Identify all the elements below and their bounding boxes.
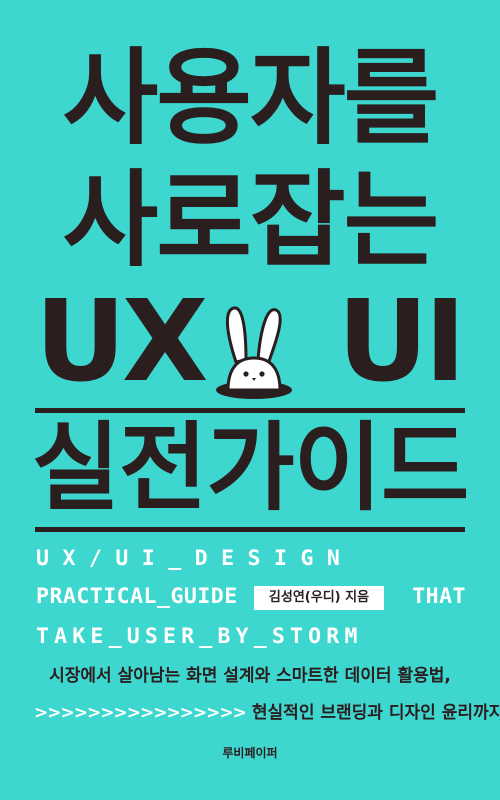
title-ux-ui-row: UX UI: [0, 282, 500, 402]
title-line-4: 실전가이드: [31, 412, 470, 524]
english-title-line-2-right: THAT: [412, 584, 466, 609]
chevron-arrows-icon: >>>>>>>>>>>>>>>>: [34, 703, 247, 723]
english-title-line-1: UX/UI_DESIGN: [36, 546, 354, 571]
book-cover: 사용자를 사로잡는 UX UI 실전가이드 UX/UI_DESIGN PRACT…: [0, 0, 500, 800]
author-badge: 김성연(우디) 지음: [254, 586, 384, 610]
description-line-1: 시장에서 살아남는 화면 설계와 스마트한 데이터 활용법,: [49, 666, 451, 686]
title-line-2: 사로잡는: [62, 159, 440, 281]
english-title-line-2-left: PRACTICAL_GUIDE: [36, 584, 238, 609]
title-ux: UX: [35, 277, 208, 407]
rabbit-in-hole-icon: [216, 306, 292, 399]
divider-bottom: [35, 527, 465, 532]
english-title-line-3: TAKE_USER_BY_STORM: [36, 624, 363, 649]
description-line-2: >>>>>>>>>>>>>>>> 현실적인 브랜딩과 디자인 윤리까지: [34, 698, 500, 723]
title-line-1: 사용자를: [62, 37, 440, 159]
english-title-line-2: PRACTICAL_GUIDE THAT: [36, 584, 466, 609]
description-line-2-text: 현실적인 브랜딩과 디자인 윤리까지: [251, 703, 500, 723]
title-ui: UI: [337, 277, 466, 407]
publisher-name: 루비페이퍼: [222, 746, 278, 760]
